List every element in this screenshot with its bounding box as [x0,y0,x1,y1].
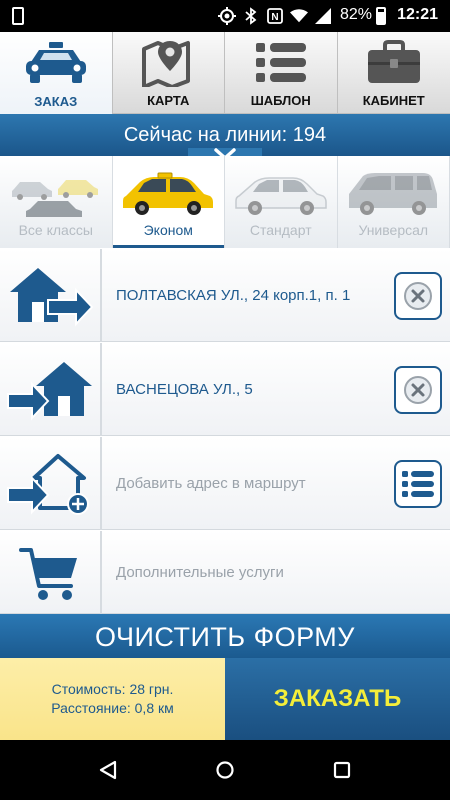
tab-template[interactable]: ШАБЛОН [225,32,338,114]
trip-cost: Стоимость: 28 грн. [51,681,174,697]
route-to-row[interactable]: ВАСНЕЦОВА УЛ., 5 [0,343,450,436]
trip-summary: Стоимость: 28 грн. Расстояние: 0,8 км [0,658,225,740]
bluetooth-icon [242,7,260,25]
tab-order-label: ЗАКАЗ [34,94,78,109]
tab-template-label: ШАБЛОН [250,93,311,108]
trip-distance: Расстояние: 0,8 км [51,700,174,716]
briefcase-icon [338,38,450,88]
class-standard[interactable]: Стандарт [225,156,338,248]
order-button[interactable]: ЗАКАЗАТЬ [225,658,450,740]
close-circle-icon [404,282,432,310]
class-all-label: Все классы [18,222,93,238]
clock: 12:21 [397,6,438,23]
cars-group-icon [0,168,112,218]
battery-icon [376,7,386,25]
class-wagon[interactable]: Универсал [337,156,450,248]
tab-order[interactable]: ЗАКАЗ [0,32,113,114]
clear-form-button[interactable]: ОЧИСТИТЬ ФОРМУ [0,614,450,658]
nfc-icon: N [266,7,284,25]
add-house-icon [0,437,102,530]
status-icons: N [218,6,332,26]
route-to-address: ВАСНЕЦОВА УЛ., 5 [116,381,253,398]
clear-from-button[interactable] [394,272,442,320]
map-pin-icon [113,38,225,88]
add-address-row[interactable]: Добавить адрес в маршрут [0,437,450,530]
online-drivers-bar: Сейчас на линии: 194 [0,114,450,164]
tab-map-label: КАРТА [147,93,190,108]
battery-percent: 82% [339,6,372,23]
tab-map[interactable]: КАРТА [112,32,225,114]
close-circle-icon [404,376,432,404]
car-class-selector: Все классы Эконом Стандарт Универсал [0,156,450,248]
extra-services-row[interactable]: Дополнительные услуги [0,531,450,614]
system-nav-bar [0,740,450,800]
shopping-cart-icon [0,531,102,614]
clear-to-button[interactable] [394,366,442,414]
arrow-house-icon [0,343,102,436]
back-icon[interactable] [96,758,120,782]
class-wagon-label: Универсал [358,222,429,238]
class-economy[interactable]: Эконом [112,156,225,248]
phone-icon [12,7,24,25]
recents-icon[interactable] [330,758,354,782]
tab-cabinet[interactable]: КАБИНЕТ [337,32,450,114]
location-icon [218,7,236,25]
yellow-car-icon [113,168,225,218]
add-address-placeholder: Добавить адрес в маршрут [116,475,306,492]
wifi-icon [290,7,308,25]
top-tabs: ЗАКАЗ КАРТА ШАБЛОН КАБИНЕТ [0,32,450,114]
wagon-car-icon [338,168,450,218]
taxi-icon [0,38,112,88]
route-from-row[interactable]: ПОЛТАВСКАЯ УЛ., 24 корп.1, п. 1 [0,249,450,342]
status-bar: N 82% 12:21 [0,0,450,32]
route-from-address: ПОЛТАВСКАЯ УЛ., 24 корп.1, п. 1 [116,287,351,304]
extra-services-placeholder: Дополнительные услуги [116,564,284,581]
class-economy-label: Эконом [143,222,193,238]
svg-text:N: N [271,12,278,23]
class-all[interactable]: Все классы [0,156,113,248]
tab-cabinet-label: КАБИНЕТ [362,93,425,108]
white-sedan-icon [225,168,337,218]
taxi-app: ЗАКАЗ КАРТА ШАБЛОН КАБИНЕТ Сейчас на лин… [0,32,450,740]
list-icon [402,471,434,497]
address-list-button[interactable] [394,460,442,508]
online-drivers-text: Сейчас на линии: 194 [123,124,327,146]
home-icon[interactable] [213,758,237,782]
house-arrow-icon [0,249,102,342]
class-standard-label: Стандарт [249,222,312,238]
list-icon [225,38,337,88]
signal-icon [314,7,332,25]
